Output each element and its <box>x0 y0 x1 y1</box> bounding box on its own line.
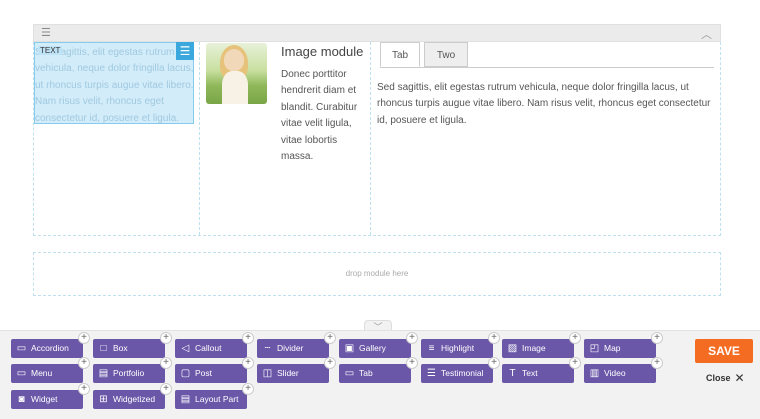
module-button-portfolio[interactable]: ▤ Portfolio + <box>93 357 172 383</box>
close-icon: ✕ <box>734 371 745 385</box>
text-icon: T <box>509 368 516 379</box>
module-button-slider[interactable]: ◫ Slider + <box>257 357 336 383</box>
module-button-testimonial[interactable]: ☰ Testimonial + <box>421 357 500 383</box>
module-label: Text <box>522 368 538 378</box>
module-image <box>206 43 267 104</box>
module-label: Gallery <box>359 343 386 353</box>
chevron-up-icon[interactable]: ︿ <box>701 26 712 42</box>
module-button-widget[interactable]: ◙ Widget + <box>11 383 90 409</box>
module-tag: TEXT <box>38 46 63 55</box>
add-icon[interactable]: + <box>160 357 172 369</box>
module-label: Map <box>604 343 621 353</box>
megaphone-icon: ◁ <box>181 343 190 354</box>
module-button-gallery[interactable]: ▣ Gallery + <box>339 332 418 358</box>
image-module-text: Donec porttitor hendrerit diam et blandi… <box>281 69 358 163</box>
row-toolbar: ☰ ︿ <box>33 24 721 42</box>
module-button-divider[interactable]: ┄ Divider + <box>257 332 336 358</box>
module-label: Widgetized <box>113 394 156 404</box>
testimonial-icon: ☰ <box>427 368 436 379</box>
layout-part-icon: ▤ <box>180 394 191 405</box>
add-icon[interactable]: + <box>406 332 418 344</box>
divider-icon: ┄ <box>264 343 271 354</box>
module-label: Accordion <box>31 343 69 353</box>
add-icon[interactable]: + <box>488 332 500 344</box>
tab-content: Sed sagittis, elit egestas rutrum vehicu… <box>377 82 711 126</box>
add-icon[interactable]: + <box>488 357 500 369</box>
slider-icon: ◫ <box>262 368 273 379</box>
add-icon[interactable]: + <box>569 332 581 344</box>
module-button-map[interactable]: ◰ Map + <box>584 332 663 358</box>
module-label: Divider <box>277 343 304 353</box>
module-button-layout-part[interactable]: ▤ Layout Part + <box>175 383 254 409</box>
module-button-video[interactable]: ▥ Video + <box>584 357 663 383</box>
text-module[interactable]: Sed sagittis, elit egestas rutrum vehicu… <box>34 42 194 124</box>
module-label: Video <box>604 368 626 378</box>
post-icon: ▢ <box>180 368 191 379</box>
add-icon[interactable]: + <box>78 332 90 344</box>
add-icon[interactable]: + <box>160 332 172 344</box>
module-button-widgetized[interactable]: ⊞ Widgetized + <box>93 383 172 409</box>
module-options-icon[interactable]: ☰ <box>176 42 194 60</box>
close-button[interactable]: Close ✕ <box>706 370 745 385</box>
module-label: Image <box>522 343 546 353</box>
widgetized-icon: ⊞ <box>99 394 108 405</box>
add-icon[interactable]: + <box>324 332 336 344</box>
image-icon: ▨ <box>507 343 518 354</box>
text-module-content: Sed sagittis, elit egestas rutrum vehicu… <box>35 47 194 124</box>
tab-two[interactable]: Two <box>424 42 468 67</box>
gallery-icon: ▣ <box>344 343 355 354</box>
close-label: Close <box>706 373 731 383</box>
briefcase-icon: ▤ <box>98 368 109 379</box>
add-icon[interactable]: + <box>78 383 90 395</box>
module-label: Layout Part <box>195 394 239 404</box>
add-icon[interactable]: + <box>569 357 581 369</box>
module-button-image[interactable]: ▨ Image + <box>502 332 581 358</box>
module-label: Post <box>195 368 213 378</box>
add-icon[interactable]: + <box>651 332 663 344</box>
add-icon[interactable]: + <box>651 357 663 369</box>
widget-icon: ◙ <box>18 394 25 405</box>
module-label: Callout <box>195 343 222 353</box>
add-icon[interactable]: + <box>242 332 254 344</box>
module-button-callout[interactable]: ◁ Callout + <box>175 332 254 358</box>
add-icon[interactable]: + <box>406 357 418 369</box>
module-label: Tab <box>359 368 373 378</box>
drop-zone[interactable]: drop module here <box>33 252 721 296</box>
add-icon[interactable]: + <box>78 357 90 369</box>
module-label: Box <box>113 343 128 353</box>
module-button-text[interactable]: T Text + <box>502 357 581 383</box>
tab-one[interactable]: Tab <box>380 42 420 67</box>
add-icon[interactable]: + <box>160 383 172 395</box>
map-icon: ◰ <box>589 343 600 354</box>
module-button-menu[interactable]: ▭ Menu + <box>11 357 90 383</box>
video-icon: ▥ <box>589 368 600 379</box>
module-button-tab[interactable]: ▭ Tab + <box>339 357 418 383</box>
menu-icon: ▭ <box>16 368 27 379</box>
module-label: Slider <box>277 368 299 378</box>
module-label: Portfolio <box>113 368 145 378</box>
module-button-post[interactable]: ▢ Post + <box>175 357 254 383</box>
accordion-icon: ▭ <box>16 343 27 354</box>
module-button-accordion[interactable]: ▭ Accordion + <box>11 332 90 358</box>
module-button-box[interactable]: □ Box + <box>93 332 172 358</box>
box-icon: □ <box>100 343 107 354</box>
save-button[interactable]: SAVE <box>695 339 753 363</box>
highlight-icon: ≡ <box>428 343 435 354</box>
row-menu-icon[interactable]: ☰ <box>41 28 51 39</box>
module-label: Widget <box>31 394 58 404</box>
module-button-highlight[interactable]: ≡ Highlight + <box>421 332 500 358</box>
image-module-title: Image module <box>281 44 364 59</box>
folder-icon: ▭ <box>344 368 355 379</box>
add-icon[interactable]: + <box>242 383 254 395</box>
module-label: Highlight <box>441 343 475 353</box>
module-label: Testimonial <box>441 368 484 378</box>
add-icon[interactable]: + <box>242 357 254 369</box>
add-icon[interactable]: + <box>324 357 336 369</box>
module-label: Menu <box>31 368 53 378</box>
